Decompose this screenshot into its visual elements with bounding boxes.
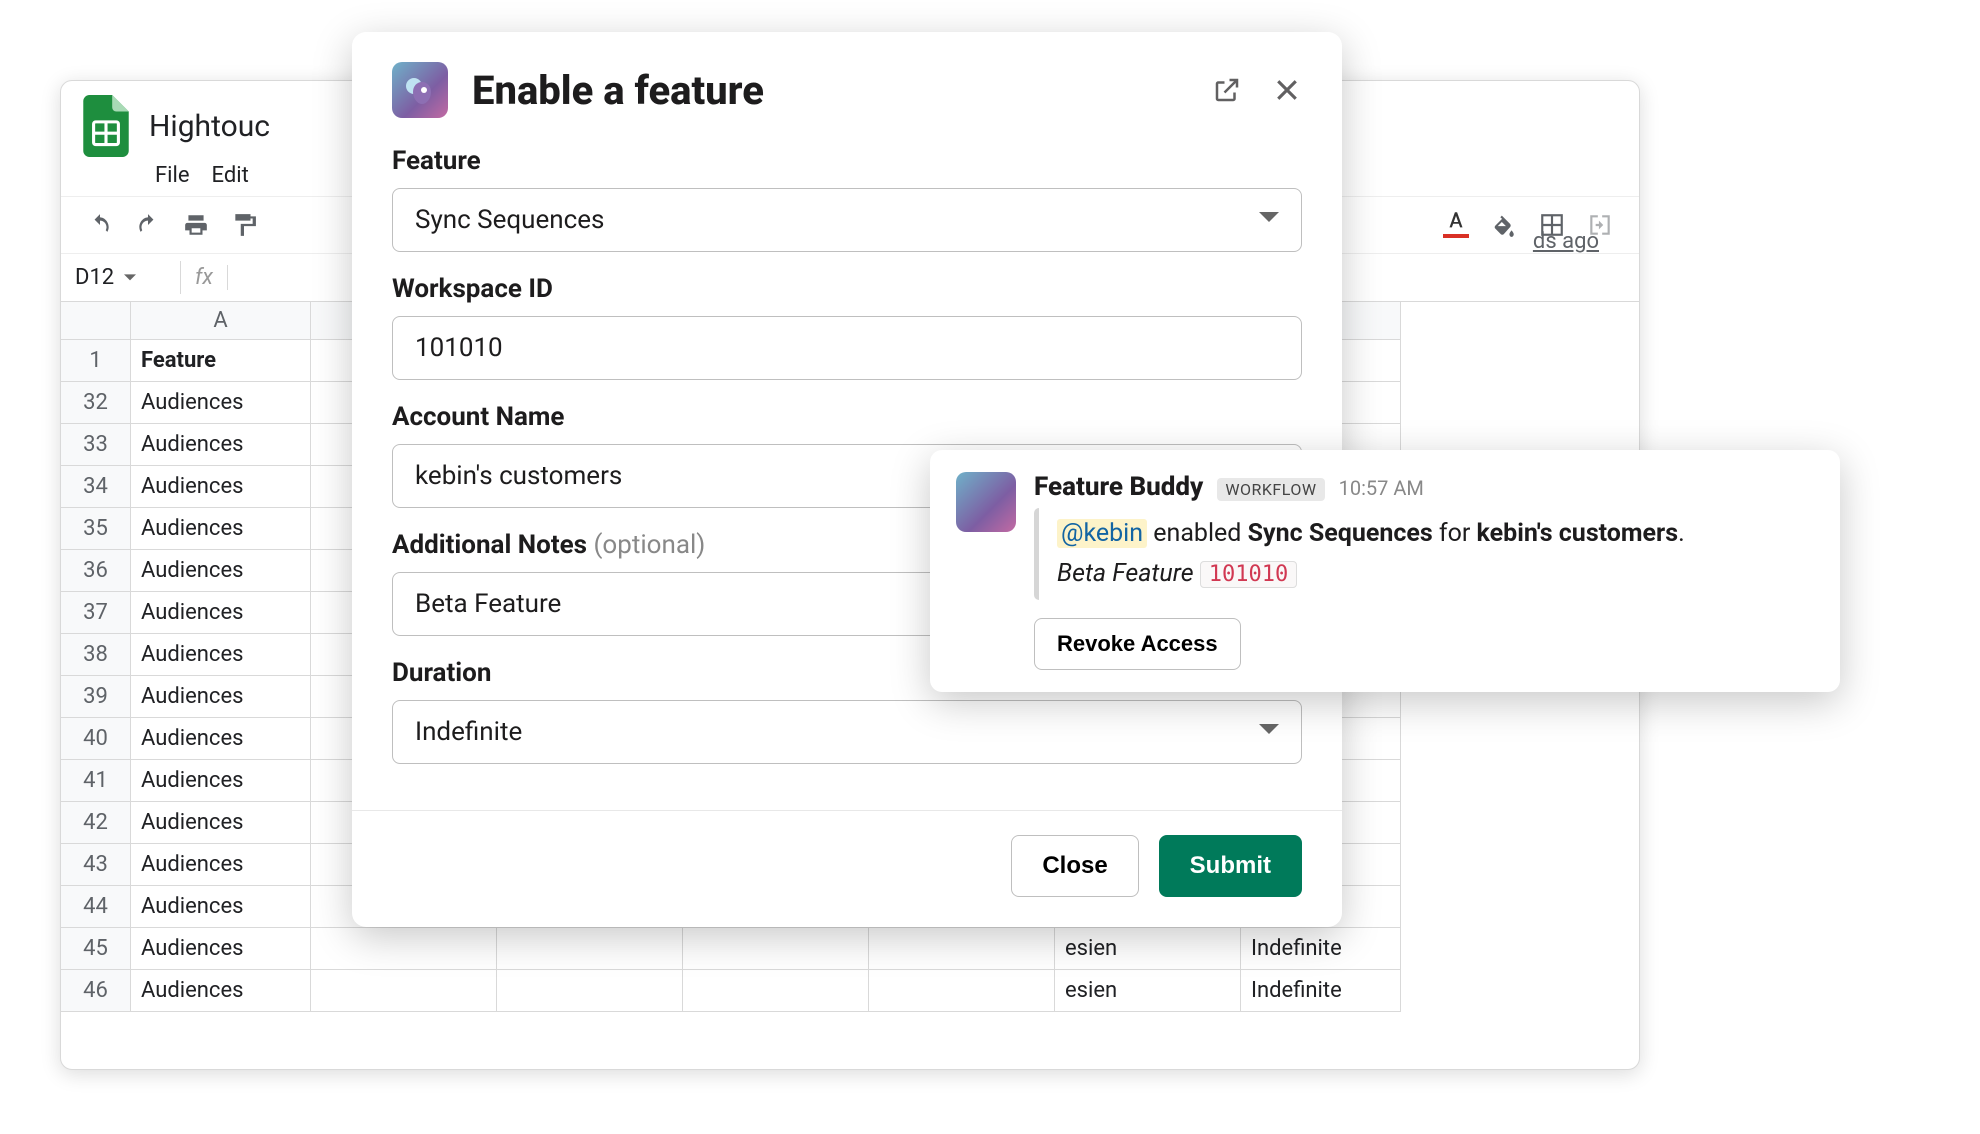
cell[interactable]: 1 bbox=[61, 340, 131, 382]
redo-icon[interactable] bbox=[135, 212, 161, 238]
cell[interactable]: 43 bbox=[61, 844, 131, 886]
cell[interactable]: 40 bbox=[61, 718, 131, 760]
open-external-icon[interactable] bbox=[1212, 75, 1242, 105]
workflow-bot-icon bbox=[392, 62, 448, 118]
workspace-input[interactable]: 101010 bbox=[392, 316, 1302, 380]
menu-file[interactable]: File bbox=[155, 163, 190, 188]
cell[interactable]: 46 bbox=[61, 970, 131, 1012]
cell[interactable] bbox=[683, 970, 869, 1012]
cell[interactable]: 39 bbox=[61, 676, 131, 718]
print-icon[interactable] bbox=[183, 212, 209, 238]
cell[interactable]: 36 bbox=[61, 550, 131, 592]
cell[interactable]: Audiences bbox=[131, 886, 311, 928]
modal-title: Enable a feature bbox=[472, 67, 1188, 114]
cell[interactable]: 44 bbox=[61, 886, 131, 928]
menu-edit[interactable]: Edit bbox=[212, 163, 249, 188]
cell[interactable]: A bbox=[131, 302, 311, 340]
cell[interactable]: Indefinite bbox=[1241, 928, 1401, 970]
formula-fx-label: fx bbox=[181, 265, 228, 290]
cell[interactable]: Indefinite bbox=[1241, 970, 1401, 1012]
cell[interactable]: Audiences bbox=[131, 466, 311, 508]
workspace-label: Workspace ID bbox=[392, 274, 1302, 304]
cell[interactable]: Audiences bbox=[131, 970, 311, 1012]
revoke-access-button[interactable]: Revoke Access bbox=[1034, 618, 1241, 670]
cell[interactable]: Audiences bbox=[131, 844, 311, 886]
account-label: Account Name bbox=[392, 402, 1302, 432]
cell[interactable]: 38 bbox=[61, 634, 131, 676]
cell[interactable]: Audiences bbox=[131, 382, 311, 424]
document-title[interactable]: Hightouc bbox=[149, 109, 270, 144]
chevron-down-icon bbox=[1259, 205, 1279, 235]
fill-color-icon[interactable] bbox=[1491, 212, 1517, 238]
workflow-bot-icon bbox=[956, 472, 1016, 532]
cell[interactable]: 45 bbox=[61, 928, 131, 970]
cell[interactable]: Audiences bbox=[131, 634, 311, 676]
close-button[interactable]: Close bbox=[1011, 835, 1138, 897]
cell[interactable]: 33 bbox=[61, 424, 131, 466]
cell[interactable]: 37 bbox=[61, 592, 131, 634]
cell[interactable]: Audiences bbox=[131, 928, 311, 970]
cell[interactable] bbox=[61, 302, 131, 340]
chevron-down-icon bbox=[124, 272, 136, 284]
user-mention[interactable]: @kebin bbox=[1057, 519, 1147, 548]
feature-label: Feature bbox=[392, 146, 1302, 176]
name-box[interactable]: D12 bbox=[61, 261, 181, 294]
message-content: @kebin enabled Sync Sequences for kebin'… bbox=[1034, 508, 1814, 600]
cell[interactable]: Audiences bbox=[131, 802, 311, 844]
cell[interactable] bbox=[497, 970, 683, 1012]
google-sheets-icon bbox=[81, 94, 131, 158]
cell[interactable]: 34 bbox=[61, 466, 131, 508]
bot-name: Feature Buddy bbox=[1034, 472, 1203, 502]
workspace-id-code: 101010 bbox=[1200, 561, 1297, 588]
cell[interactable]: Audiences bbox=[131, 550, 311, 592]
chevron-down-icon bbox=[1259, 717, 1279, 747]
workflow-badge: WORKFLOW bbox=[1217, 478, 1324, 501]
cell[interactable]: Audiences bbox=[131, 508, 311, 550]
cell[interactable] bbox=[683, 928, 869, 970]
cell[interactable]: esien bbox=[1055, 970, 1241, 1012]
message-timestamp: 10:57 AM bbox=[1339, 476, 1424, 500]
cell[interactable] bbox=[497, 928, 683, 970]
submit-button[interactable]: Submit bbox=[1159, 835, 1302, 897]
cell[interactable]: Audiences bbox=[131, 592, 311, 634]
undo-icon[interactable] bbox=[87, 212, 113, 238]
cell[interactable]: Audiences bbox=[131, 718, 311, 760]
cell[interactable] bbox=[869, 970, 1055, 1012]
cell[interactable]: 35 bbox=[61, 508, 131, 550]
cell[interactable]: esien bbox=[1055, 928, 1241, 970]
cell[interactable]: 32 bbox=[61, 382, 131, 424]
cell[interactable] bbox=[311, 970, 497, 1012]
slack-message-card: Feature Buddy WORKFLOW 10:57 AM @kebin e… bbox=[930, 450, 1840, 692]
close-icon[interactable] bbox=[1272, 75, 1302, 105]
feature-select[interactable]: Sync Sequences bbox=[392, 188, 1302, 252]
cell[interactable]: Feature bbox=[131, 340, 311, 382]
cell[interactable] bbox=[311, 928, 497, 970]
merge-cells-icon[interactable] bbox=[1587, 212, 1613, 238]
cell[interactable]: 41 bbox=[61, 760, 131, 802]
text-color-icon[interactable] bbox=[1443, 212, 1469, 238]
duration-select[interactable]: Indefinite bbox=[392, 700, 1302, 764]
cell[interactable]: 42 bbox=[61, 802, 131, 844]
paint-format-icon[interactable] bbox=[231, 212, 257, 238]
cell[interactable] bbox=[869, 928, 1055, 970]
cell[interactable]: Audiences bbox=[131, 760, 311, 802]
cell[interactable]: Audiences bbox=[131, 424, 311, 466]
cell[interactable]: Audiences bbox=[131, 676, 311, 718]
